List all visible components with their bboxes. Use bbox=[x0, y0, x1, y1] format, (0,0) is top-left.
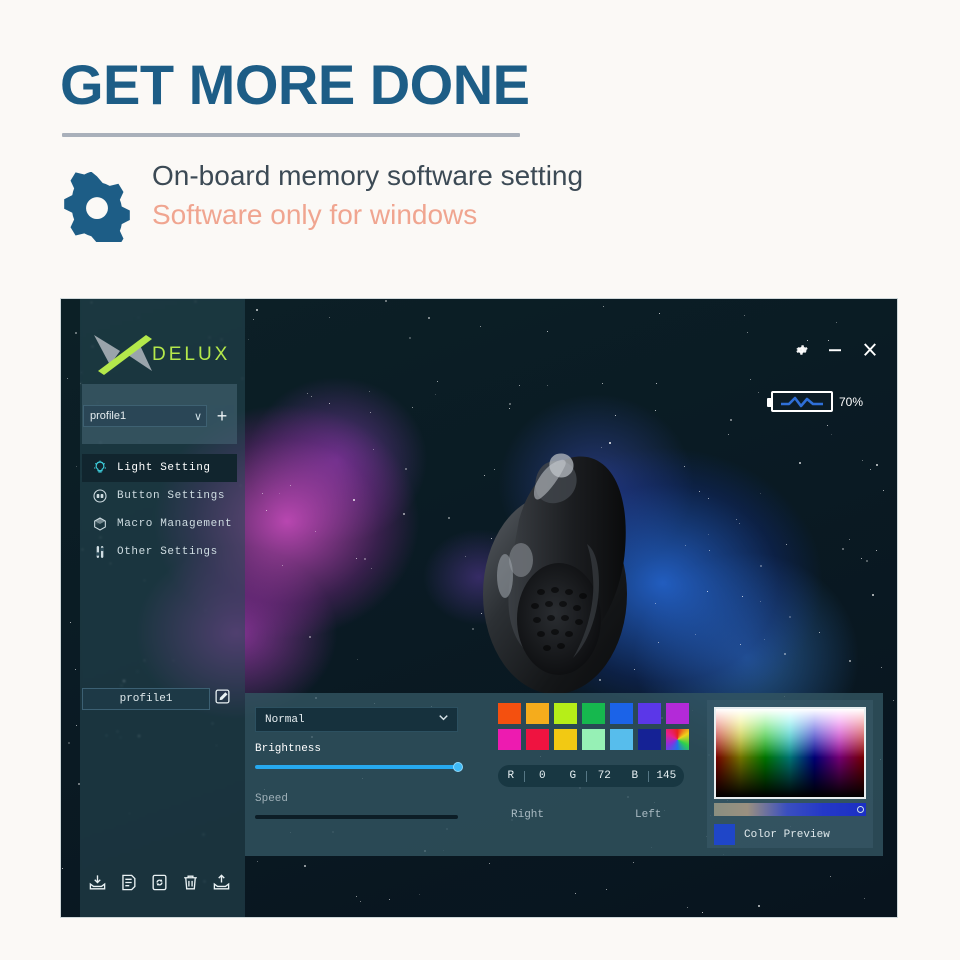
sidebar-item-light-setting[interactable]: Light Setting bbox=[82, 454, 237, 482]
light-mode-select[interactable]: Normal bbox=[255, 707, 458, 732]
color-swatch[interactable] bbox=[498, 703, 521, 724]
sliders-icon bbox=[92, 544, 108, 560]
saturation-value-area[interactable] bbox=[714, 707, 866, 799]
rgb-b-label: B bbox=[631, 770, 639, 782]
color-swatch[interactable] bbox=[526, 703, 549, 724]
sidebar-item-button-settings[interactable]: Button Settings bbox=[82, 482, 237, 510]
rgb-g-label: G bbox=[569, 770, 577, 782]
color-swatch-row bbox=[498, 729, 694, 750]
gear-icon[interactable] bbox=[793, 342, 809, 358]
sidebar-item-label: Other Settings bbox=[117, 546, 218, 558]
rgb-g-value: 72 bbox=[597, 770, 611, 782]
color-swatch[interactable] bbox=[582, 729, 605, 750]
hue-slider[interactable] bbox=[714, 803, 866, 816]
subtitle-primary: On-board memory software setting bbox=[152, 160, 584, 191]
trash-icon[interactable] bbox=[181, 873, 200, 892]
window-controls bbox=[793, 341, 879, 359]
color-swatch[interactable] bbox=[610, 703, 633, 724]
color-swatch-row bbox=[498, 703, 694, 724]
export-icon[interactable] bbox=[212, 873, 231, 892]
color-preview-swatch bbox=[714, 824, 735, 845]
color-swatch[interactable] bbox=[582, 703, 605, 724]
add-profile-button[interactable]: + bbox=[210, 405, 234, 427]
chevron-down-icon bbox=[436, 710, 451, 730]
profile-name-row: profile1 bbox=[82, 688, 237, 710]
close-icon[interactable] bbox=[861, 341, 879, 359]
brand-label: DELUX bbox=[152, 344, 231, 365]
color-swatch-rainbow[interactable] bbox=[666, 729, 689, 750]
profile-select[interactable]: profile1 ∨ bbox=[83, 405, 207, 427]
sidebar-item-label: Light Setting bbox=[117, 462, 211, 474]
refresh-icon[interactable] bbox=[150, 873, 169, 892]
color-swatch[interactable] bbox=[638, 729, 661, 750]
color-swatch[interactable] bbox=[498, 729, 521, 750]
light-mode-value: Normal bbox=[265, 713, 305, 726]
brightness-slider-knob[interactable] bbox=[453, 762, 463, 772]
color-preview-label: Color Preview bbox=[744, 828, 830, 841]
brightness-slider-fill bbox=[255, 765, 458, 769]
color-swatch[interactable] bbox=[526, 729, 549, 750]
page-headline: GET MORE DONE bbox=[60, 53, 530, 116]
chevron-down-icon: ∨ bbox=[193, 410, 202, 423]
brightness-slider[interactable] bbox=[255, 762, 463, 772]
color-swatch[interactable] bbox=[610, 729, 633, 750]
battery-percent-label: 70% bbox=[838, 394, 863, 409]
color-swatch[interactable] bbox=[666, 703, 689, 724]
light-setting-panel: Normal Brightness Speed R 0 G 72 B 145 R… bbox=[245, 693, 883, 856]
zone-label-left[interactable]: Left bbox=[635, 809, 661, 821]
rgb-r-label: R bbox=[507, 770, 515, 782]
edit-pencil-icon bbox=[214, 688, 231, 710]
speed-slider[interactable] bbox=[255, 815, 458, 819]
document-icon[interactable] bbox=[119, 873, 138, 892]
mouse-buttons-icon bbox=[92, 488, 108, 504]
page-root: GET MORE DONE On-board memory software s… bbox=[0, 0, 960, 960]
zone-label-right[interactable]: Right bbox=[511, 809, 544, 821]
color-swatch[interactable] bbox=[638, 703, 661, 724]
lightbulb-icon bbox=[92, 460, 108, 476]
color-swatch[interactable] bbox=[554, 729, 577, 750]
import-icon[interactable] bbox=[88, 873, 107, 892]
profile-name-value: profile1 bbox=[119, 693, 173, 705]
color-swatch-grid bbox=[498, 703, 694, 755]
sidebar-toolbar bbox=[82, 867, 237, 897]
sidebar-item-other-settings[interactable]: Other Settings bbox=[82, 538, 237, 566]
sidebar-item-label: Button Settings bbox=[117, 490, 226, 502]
product-image-mouse bbox=[459, 424, 649, 704]
color-swatch[interactable] bbox=[554, 703, 577, 724]
subtitle-secondary: Software only for windows bbox=[152, 199, 478, 230]
profile-select-value: profile1 bbox=[90, 410, 127, 422]
sv-white-overlay bbox=[716, 709, 864, 797]
hue-slider-knob[interactable] bbox=[857, 806, 864, 813]
sidebar-nav: Light Setting Button Settings Macro Mana… bbox=[82, 454, 237, 566]
plus-icon: + bbox=[216, 406, 228, 426]
sidebar-item-label: Macro Management bbox=[117, 518, 233, 530]
color-picker-panel: Color Preview bbox=[707, 700, 873, 848]
sidebar-item-macro-management[interactable]: Macro Management bbox=[82, 510, 237, 538]
edit-profile-button[interactable] bbox=[210, 688, 234, 710]
speed-label: Speed bbox=[255, 793, 289, 805]
headline-divider bbox=[62, 133, 520, 137]
minimize-icon[interactable] bbox=[826, 341, 844, 359]
battery-indicator: 70% bbox=[766, 391, 863, 412]
rgb-value-display[interactable]: R 0 G 72 B 145 bbox=[498, 765, 684, 787]
rgb-r-value: 0 bbox=[538, 770, 546, 782]
color-preview-row: Color Preview bbox=[714, 824, 830, 845]
gear-icon bbox=[62, 171, 132, 248]
delux-software-window: 70% DELUX profile1 ∨ + Light Setting But… bbox=[60, 298, 898, 918]
rgb-b-value: 145 bbox=[656, 770, 677, 782]
sidebar: DELUX profile1 ∨ + Light Setting Button … bbox=[80, 299, 245, 917]
profile-name-field[interactable]: profile1 bbox=[82, 688, 210, 710]
battery-charging-icon bbox=[766, 391, 833, 412]
cube-icon bbox=[92, 516, 108, 532]
brightness-label: Brightness bbox=[255, 743, 322, 755]
